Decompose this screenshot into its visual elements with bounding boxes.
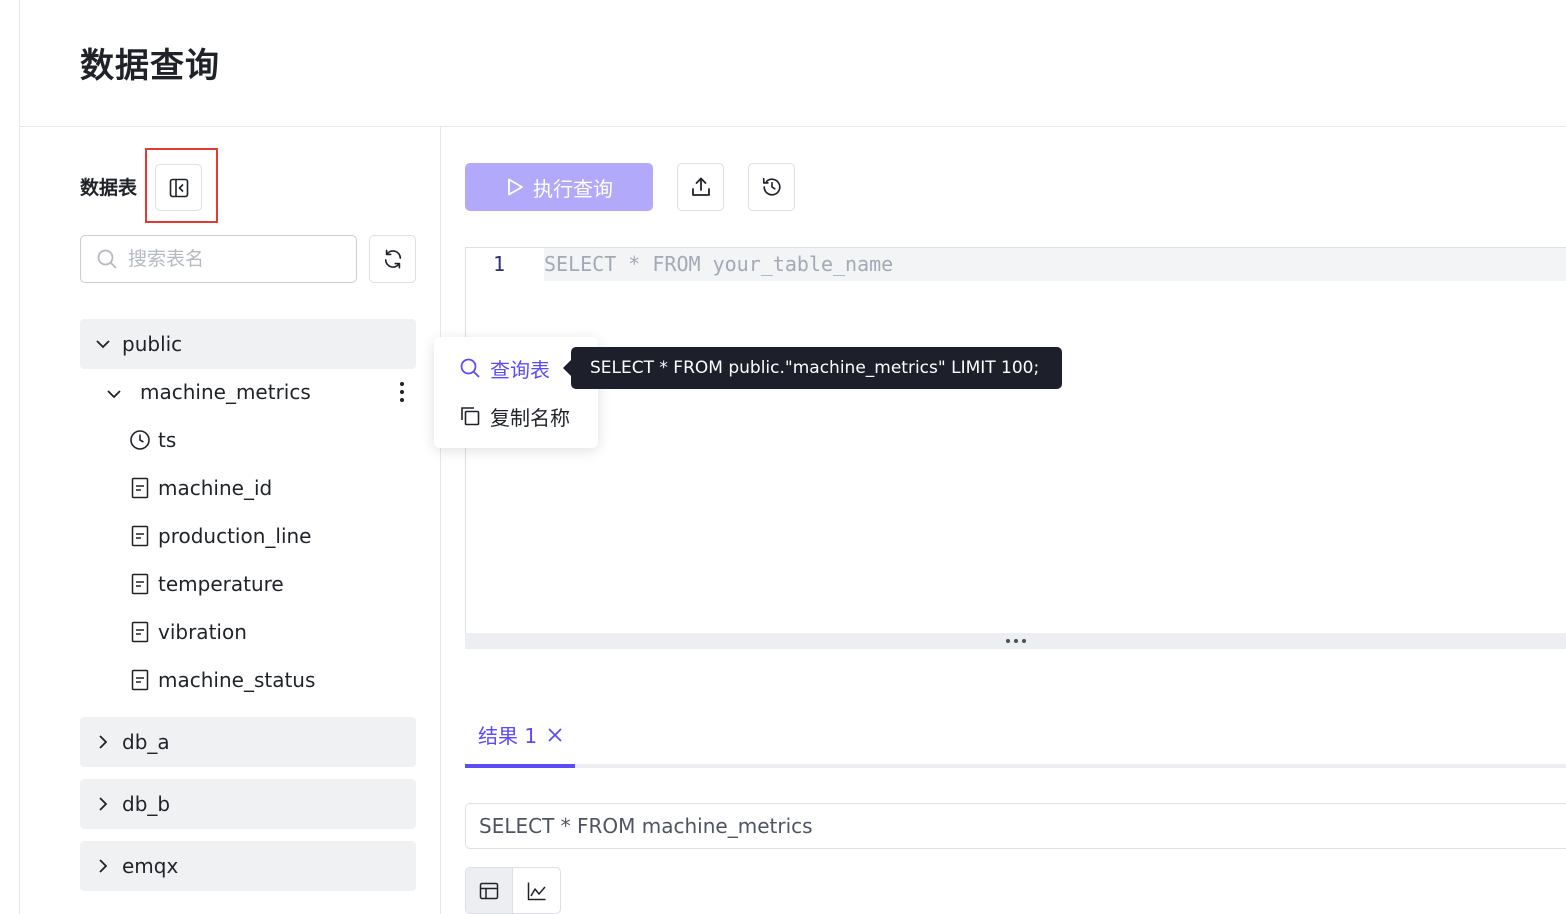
header-divider xyxy=(20,126,1566,127)
line-chart-icon xyxy=(527,882,546,900)
table-search-field[interactable] xyxy=(80,235,357,283)
chart-view-button[interactable] xyxy=(513,868,560,913)
text-field-icon xyxy=(128,620,152,644)
tree-db-emqx[interactable]: emqx xyxy=(80,841,416,891)
table-search-input[interactable] xyxy=(128,248,338,270)
dot xyxy=(1021,639,1026,643)
refresh-button[interactable] xyxy=(369,235,416,283)
chevron-right-icon xyxy=(94,733,112,751)
annotation-highlight-box xyxy=(145,148,218,223)
refresh-icon xyxy=(384,249,401,269)
clock-icon xyxy=(128,428,152,452)
text-field-icon xyxy=(128,476,152,500)
search-icon xyxy=(458,356,482,380)
tree-db-label: public xyxy=(122,332,183,356)
result-tab-label: 结果 1 xyxy=(478,724,538,748)
chevron-right-icon xyxy=(94,795,112,813)
query-preview-tooltip: SELECT * FROM public."machine_metrics" L… xyxy=(563,347,1062,389)
view-mode-toggle xyxy=(465,867,561,914)
history-icon xyxy=(762,177,781,196)
run-query-label: 执行查询 xyxy=(533,178,613,201)
tree-db-db-b[interactable]: db_b xyxy=(80,779,416,829)
column-label: production_line xyxy=(158,524,312,548)
tree-column-vibration[interactable]: vibration xyxy=(128,608,247,656)
more-options-button[interactable] xyxy=(394,380,410,404)
tree-column-production-line[interactable]: production_line xyxy=(128,512,312,560)
dot xyxy=(1013,639,1018,643)
column-label: vibration xyxy=(158,620,247,644)
left-divider xyxy=(19,0,20,914)
sql-editor[interactable]: 1 SELECT * FROM your_table_name xyxy=(465,247,1566,634)
history-button[interactable] xyxy=(748,163,795,211)
column-label: machine_status xyxy=(158,668,316,692)
active-tab-indicator xyxy=(465,764,575,768)
tree-column-ts[interactable]: ts xyxy=(128,416,176,464)
app-root: 数据查询 数据表 public xyxy=(0,0,1566,914)
text-field-icon xyxy=(128,668,152,692)
sidebar-divider xyxy=(440,127,441,914)
result-tab[interactable]: 结果 1 xyxy=(478,720,563,749)
tree-column-temperature[interactable]: temperature xyxy=(128,560,284,608)
tree-column-machine-id[interactable]: machine_id xyxy=(128,464,272,512)
menu-item-copy-name[interactable]: 复制名称 xyxy=(434,393,598,439)
export-button[interactable] xyxy=(677,163,724,211)
dot xyxy=(1005,639,1010,643)
tabs-track xyxy=(465,764,1566,768)
tree-db-label: emqx xyxy=(122,854,179,878)
editor-placeholder: SELECT * FROM your_table_name xyxy=(544,252,894,276)
menu-item-label: 查询表 xyxy=(490,357,550,382)
play-icon xyxy=(505,177,525,197)
chevron-right-icon xyxy=(94,857,112,875)
more-vertical-icon xyxy=(400,382,404,402)
close-tab-button[interactable] xyxy=(547,727,563,743)
menu-item-label: 复制名称 xyxy=(490,405,570,430)
copy-icon xyxy=(458,404,482,428)
tree-db-db-a[interactable]: db_a xyxy=(80,717,416,767)
editor-resize-handle[interactable] xyxy=(465,633,1566,649)
tree-db-public[interactable]: public xyxy=(80,319,416,369)
result-sql-display: SELECT * FROM machine_metrics xyxy=(465,803,1566,849)
column-label: machine_id xyxy=(158,476,273,500)
line-number: 1 xyxy=(493,252,506,276)
close-icon xyxy=(548,727,562,742)
table-view-button[interactable] xyxy=(466,868,514,913)
tree-db-label: db_b xyxy=(122,792,171,816)
tree-column-machine-status[interactable]: machine_status xyxy=(128,656,315,704)
column-label: temperature xyxy=(158,572,284,596)
page-title: 数据查询 xyxy=(80,46,220,86)
tree-db-label: db_a xyxy=(122,730,170,754)
table-icon xyxy=(479,882,499,899)
chevron-down-icon xyxy=(106,383,124,401)
tree-table-machine-metrics[interactable]: machine_metrics xyxy=(100,368,416,416)
tree-table-label: machine_metrics xyxy=(140,380,311,404)
text-field-icon xyxy=(128,572,152,596)
upload-icon xyxy=(691,177,710,196)
run-query-button[interactable]: 执行查询 xyxy=(465,163,653,211)
chevron-down-icon xyxy=(94,335,112,353)
tables-label: 数据表 xyxy=(80,177,138,199)
text-field-icon xyxy=(128,524,152,548)
search-icon xyxy=(97,249,117,269)
column-label: ts xyxy=(158,428,177,452)
